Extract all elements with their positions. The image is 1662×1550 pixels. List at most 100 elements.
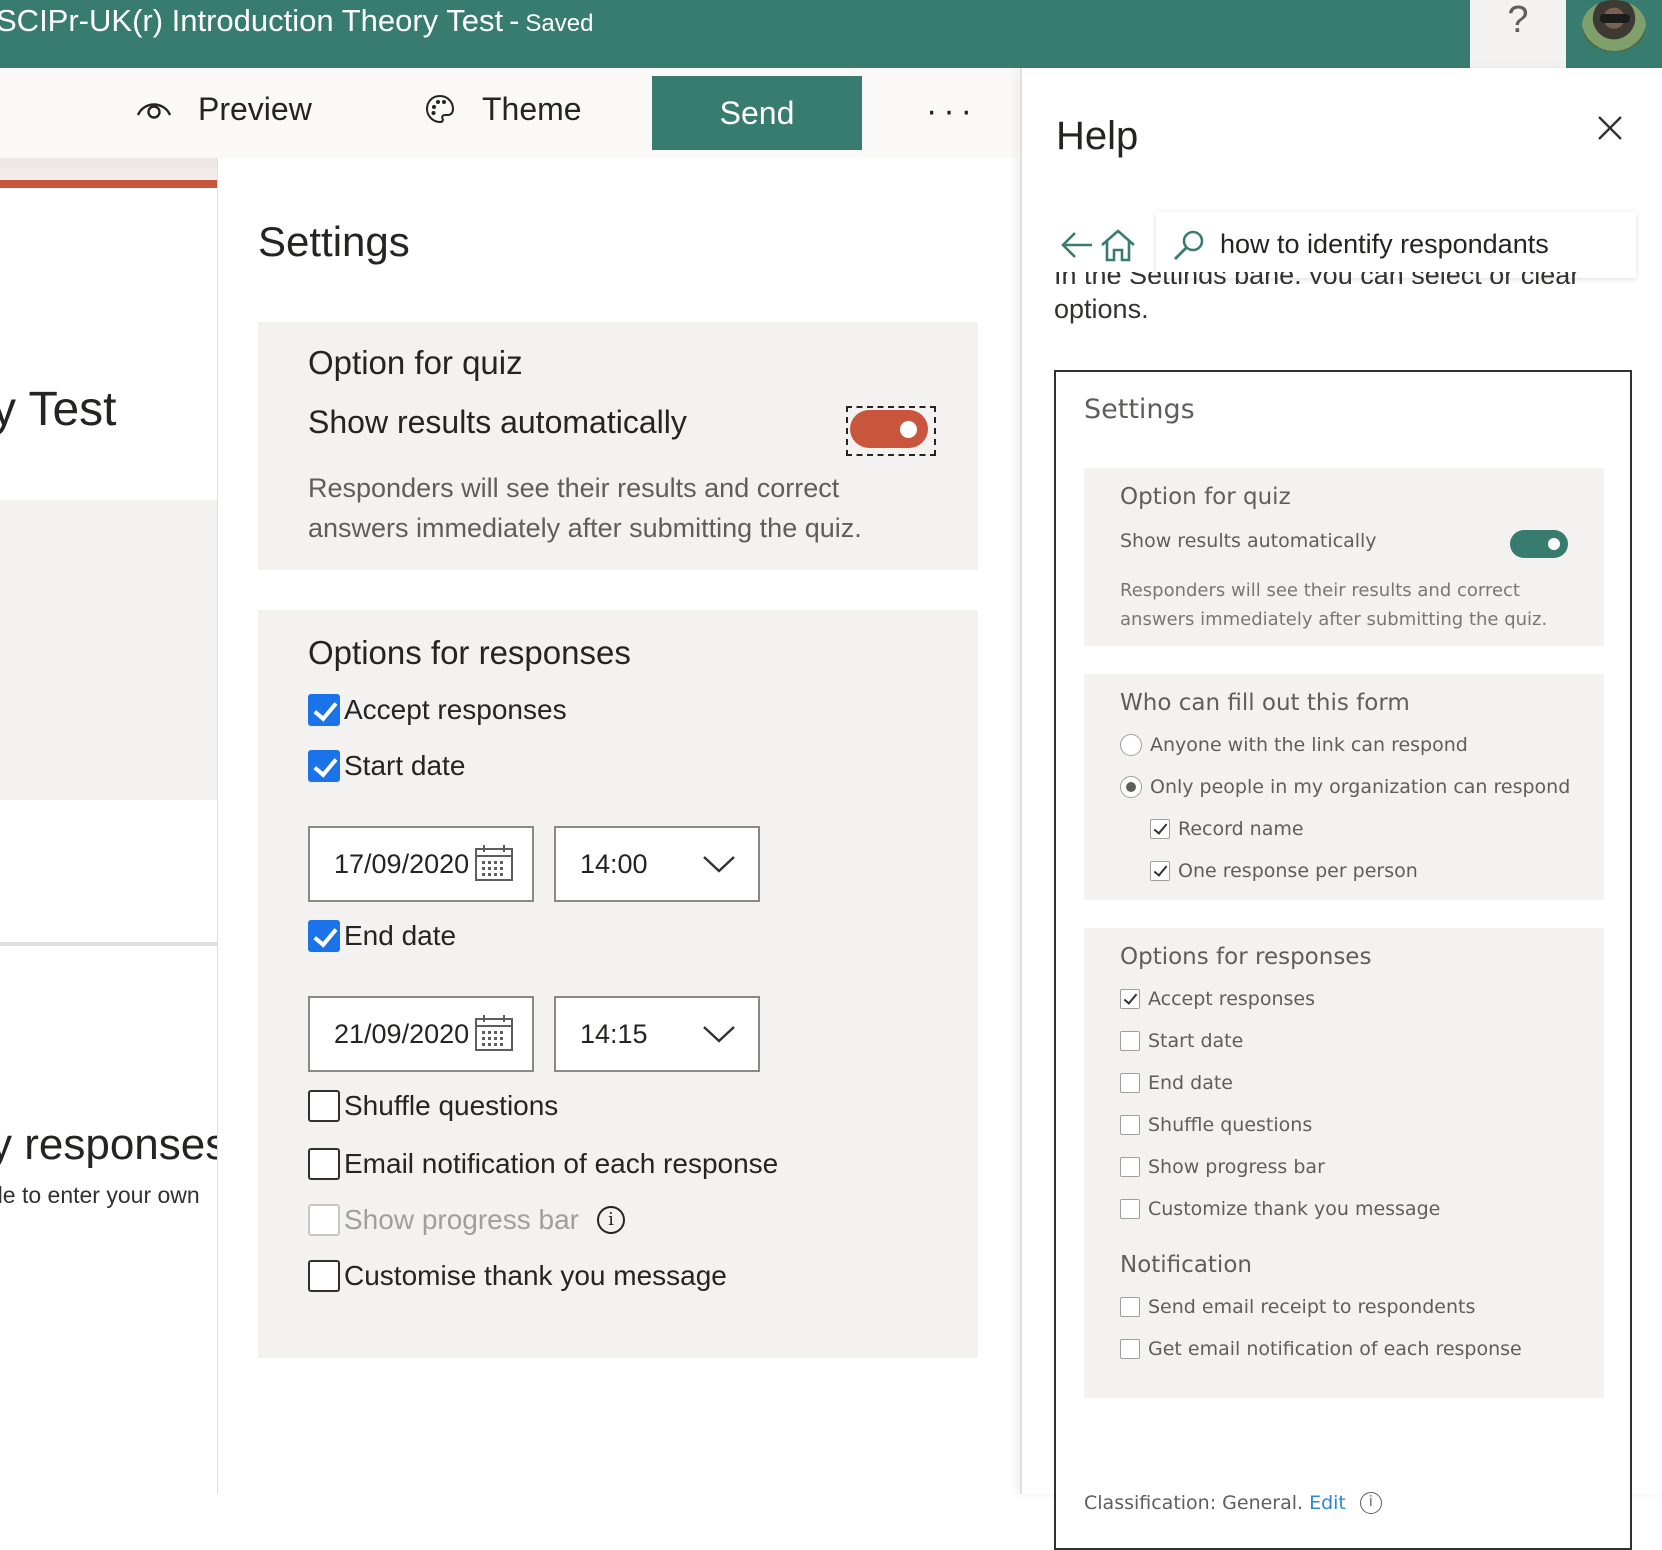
screenshot-checkbox — [1120, 1199, 1140, 1219]
avatar-image — [1600, 14, 1630, 23]
form-toolbar: Preview Theme Send ··· — [0, 68, 1018, 158]
form-subtext-fragment: de to enter your own — [0, 1182, 200, 1208]
document-title[interactable]: SCIPr-UK(r) Introduction Theory Test - Sav… — [0, 0, 593, 44]
screenshot-checkbox — [1120, 1073, 1140, 1093]
help-pane: Help how to identify respondants In the … — [1020, 68, 1662, 1550]
form-title-text: SCIPr-UK(r) Introduction Theory Test — [0, 3, 504, 38]
screenshot-progress-label: Show progress bar — [1148, 1156, 1325, 1178]
screenshot-record-name-label: Record name — [1178, 818, 1304, 840]
screenshot-record-name-option: Record name — [1150, 818, 1304, 840]
shuffle-questions-checkbox[interactable] — [308, 1090, 340, 1122]
screenshot-anyone-label: Anyone with the link can respond — [1150, 734, 1468, 756]
chevron-down-icon — [703, 1026, 735, 1043]
calendar-icon[interactable] — [474, 844, 514, 882]
app-header: SCIPr-UK(r) Introduction Theory Test - Sav… — [0, 0, 1662, 68]
help-button[interactable]: ? — [1470, 0, 1566, 68]
form-description-block — [0, 500, 217, 800]
start-time-select[interactable]: 14:00 — [554, 826, 760, 902]
chevron-down-icon — [703, 856, 735, 873]
screenshot-settings-title: Settings — [1084, 394, 1195, 425]
preview-button[interactable]: Preview — [136, 68, 312, 150]
start-date-input[interactable]: 17/09/2020 — [308, 826, 534, 902]
start-time-value: 14:00 — [580, 849, 648, 879]
progress-bar-checkbox — [308, 1204, 340, 1236]
theme-label: Theme — [482, 90, 582, 127]
email-notification-checkbox[interactable] — [308, 1148, 340, 1180]
toggle-knob — [900, 421, 917, 438]
calendar-icon[interactable] — [474, 1014, 514, 1052]
more-options-icon[interactable]: ··· — [926, 92, 978, 131]
eye-icon — [136, 103, 172, 119]
preview-label: Preview — [198, 90, 312, 127]
screenshot-end-date-option: End date — [1120, 1072, 1233, 1094]
screenshot-org-option: Only people in my organization can respo… — [1120, 776, 1570, 798]
close-icon[interactable] — [1596, 114, 1624, 142]
screenshot-receipt-label: Send email receipt to respondents — [1148, 1296, 1476, 1318]
title-separator: - — [509, 3, 520, 38]
screenshot-accept-label: Accept responses — [1148, 988, 1315, 1010]
end-time-value: 14:15 — [580, 1019, 648, 1049]
help-search-input[interactable]: how to identify respondants — [1220, 229, 1549, 260]
search-icon — [1174, 230, 1204, 260]
screenshot-start-date-label: Start date — [1148, 1030, 1244, 1052]
question-icon: ? — [1507, 0, 1529, 41]
classification-edit-link: Edit — [1309, 1492, 1346, 1514]
accept-responses-label: Accept responses — [344, 694, 567, 725]
help-article-cut-line: In the Settings pane, you can select or … — [1054, 272, 1579, 284]
accept-responses-option[interactable]: Accept responses — [308, 694, 567, 726]
accept-responses-checkbox[interactable] — [308, 694, 340, 726]
progress-bar-label: Show progress bar — [344, 1204, 580, 1235]
save-status: Saved — [525, 10, 594, 37]
screenshot-who-title: Who can fill out this form — [1120, 690, 1410, 716]
end-time-select[interactable]: 14:15 — [554, 996, 760, 1072]
end-date-option[interactable]: End date — [308, 920, 456, 952]
screenshot-checkbox — [1120, 1157, 1140, 1177]
theme-button[interactable]: Theme — [424, 68, 582, 150]
classification-text: Classification: General. — [1084, 1492, 1304, 1514]
end-date-input[interactable]: 21/09/2020 — [308, 996, 534, 1072]
screenshot-checkbox — [1120, 1339, 1140, 1359]
email-notification-label: Email notification of each response — [344, 1148, 779, 1179]
show-results-toggle[interactable] — [850, 410, 928, 448]
end-date-label: End date — [344, 920, 457, 951]
screenshot-notification-title: Notification — [1120, 1252, 1252, 1278]
help-search-box[interactable]: how to identify respondants — [1156, 212, 1636, 278]
send-button[interactable]: Send — [652, 76, 862, 150]
end-date-checkbox[interactable] — [308, 920, 340, 952]
form-divider — [0, 942, 217, 946]
screenshot-shuffle-option: Shuffle questions — [1120, 1114, 1312, 1136]
start-date-option[interactable]: Start date — [308, 750, 465, 782]
thank-you-option[interactable]: Customise thank you message — [308, 1260, 727, 1292]
shuffle-questions-option[interactable]: Shuffle questions — [308, 1090, 558, 1122]
screenshot-radio — [1120, 776, 1142, 798]
screenshot-customize-label: Customize thank you message — [1148, 1198, 1441, 1220]
screenshot-toggle — [1510, 530, 1568, 558]
help-article-cut-text: In the Settings pane, you can select or … — [1054, 272, 1579, 284]
screenshot-quiz-desc: Responders will see their results and co… — [1120, 580, 1548, 630]
form-accent-bar — [0, 180, 217, 188]
start-date-checkbox[interactable] — [308, 750, 340, 782]
response-options-card: Options for responses Accept responses S… — [258, 610, 978, 1358]
screenshot-accept-option: Accept responses — [1120, 988, 1315, 1010]
screenshot-checkbox — [1120, 989, 1140, 1009]
show-results-description: Responders will see their results and co… — [308, 473, 862, 543]
screenshot-org-label: Only people in my organization can respo… — [1150, 776, 1571, 798]
screenshot-quiz-card: Option for quiz Show results automatical… — [1084, 468, 1604, 646]
screenshot-classification: Classification: General. Edit i — [1084, 1492, 1382, 1514]
help-article-text: options. — [1054, 294, 1149, 324]
show-results-toggle-focus[interactable] — [846, 406, 936, 456]
avatar[interactable] — [1582, 0, 1646, 52]
end-date-value: 21/09/2020 — [334, 1019, 470, 1049]
screenshot-one-response-label: One response per person — [1178, 860, 1418, 882]
screenshot-progress-option: Show progress bar — [1120, 1156, 1325, 1178]
home-icon[interactable] — [1100, 228, 1136, 262]
thank-you-checkbox[interactable] — [308, 1260, 340, 1292]
email-notification-option[interactable]: Email notification of each response — [308, 1148, 778, 1180]
palette-icon — [425, 94, 455, 124]
screenshot-quiz-title: Option for quiz — [1120, 484, 1291, 510]
screenshot-show-results-label: Show results automatically — [1120, 530, 1377, 552]
screenshot-one-response-option: One response per person — [1150, 860, 1418, 882]
info-icon[interactable]: i — [597, 1206, 626, 1234]
back-arrow-icon[interactable] — [1060, 230, 1094, 260]
help-title: Help — [1056, 114, 1139, 158]
